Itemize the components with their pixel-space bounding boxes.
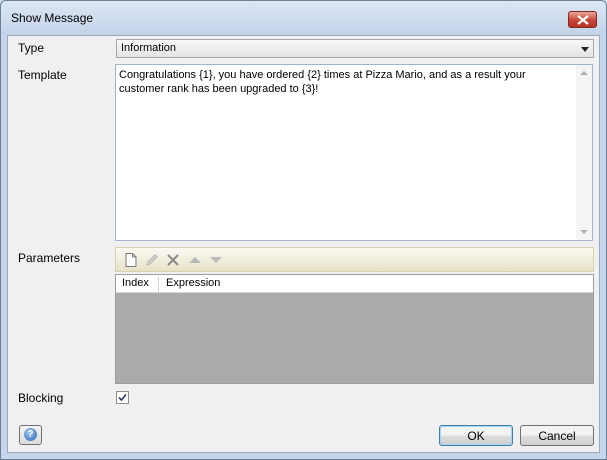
scroll-down-icon[interactable]	[580, 230, 588, 234]
template-textarea[interactable]: Congratulations {1}, you have ordered {2…	[115, 64, 593, 241]
blocking-label: Blocking	[18, 391, 64, 405]
checkmark-icon	[118, 393, 127, 402]
type-dropdown-value: Information	[121, 42, 177, 54]
template-text: Congratulations {1}, you have ordered {2…	[119, 69, 526, 95]
template-label: Template	[18, 68, 67, 82]
ok-button[interactable]: OK	[439, 425, 513, 446]
column-header-index[interactable]: Index	[116, 277, 159, 292]
chevron-down-icon	[581, 47, 589, 52]
title-bar[interactable]: Show Message	[1, 1, 606, 35]
close-icon	[577, 15, 589, 25]
move-down-icon[interactable]	[208, 252, 224, 268]
cancel-button[interactable]: Cancel	[520, 425, 594, 446]
parameters-grid[interactable]: Index Expression	[115, 274, 594, 384]
edit-icon[interactable]	[144, 252, 160, 268]
move-up-icon[interactable]	[187, 252, 203, 268]
grid-header: Index Expression	[116, 275, 593, 293]
delete-icon[interactable]	[165, 252, 181, 268]
window-title: Show Message	[11, 11, 94, 25]
type-label: Type	[18, 41, 45, 55]
parameters-toolbar	[115, 247, 594, 272]
type-dropdown[interactable]: Information	[116, 39, 594, 58]
column-header-expression[interactable]: Expression	[160, 277, 220, 292]
scroll-up-icon[interactable]	[580, 71, 588, 75]
help-button[interactable]: ?	[19, 425, 42, 445]
dialog-body: Type Information Template Congratulation…	[7, 35, 600, 453]
template-scrollbar[interactable]	[576, 65, 592, 240]
parameters-label: Parameters	[18, 251, 81, 265]
new-icon[interactable]	[123, 252, 139, 268]
close-button[interactable]	[568, 11, 597, 28]
help-icon: ?	[24, 428, 37, 441]
show-message-dialog: Show Message Type Information Template C…	[0, 0, 607, 460]
blocking-checkbox[interactable]	[116, 391, 129, 404]
